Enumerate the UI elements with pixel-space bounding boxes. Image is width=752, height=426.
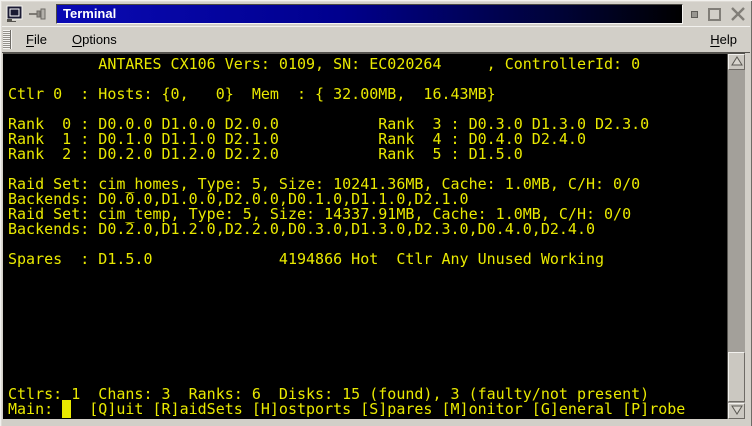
menu-help[interactable]: Help bbox=[706, 30, 741, 49]
menu-options[interactable]: Options bbox=[68, 30, 121, 49]
arrow-up-icon bbox=[731, 53, 743, 71]
terminal-icon bbox=[5, 11, 25, 28]
window-controls bbox=[691, 6, 748, 22]
scroll-up-button[interactable] bbox=[728, 54, 745, 70]
sticky-pin-button[interactable] bbox=[28, 7, 52, 21]
terminal-output[interactable]: ANTARES CX106 Vers: 0109, SN: EC020264 ,… bbox=[3, 54, 727, 419]
close-x-icon bbox=[730, 9, 746, 26]
scrollbar-thumb[interactable] bbox=[728, 352, 745, 402]
minimize-button[interactable] bbox=[691, 11, 698, 18]
menubar-grip-handle[interactable] bbox=[3, 30, 11, 49]
close-button[interactable] bbox=[730, 6, 746, 22]
maximize-button[interactable] bbox=[708, 8, 721, 21]
window-title: Terminal bbox=[56, 4, 683, 24]
arrow-down-icon bbox=[731, 402, 743, 420]
system-menu-button[interactable] bbox=[5, 5, 25, 24]
pushpin-icon bbox=[28, 8, 52, 25]
menubar: File Options Help bbox=[2, 26, 750, 53]
titlebar[interactable]: Terminal bbox=[4, 3, 748, 25]
scrollbar-track[interactable] bbox=[728, 70, 745, 403]
terminal-content-area: ANTARES CX106 Vers: 0109, SN: EC020264 ,… bbox=[3, 53, 745, 419]
scrollbar[interactable] bbox=[727, 54, 745, 419]
terminal-window: Terminal File Options Help ANTARES CX106… bbox=[0, 0, 752, 426]
terminal-cursor bbox=[62, 400, 71, 418]
menu-file[interactable]: File bbox=[22, 30, 51, 49]
scroll-down-button[interactable] bbox=[728, 403, 745, 419]
